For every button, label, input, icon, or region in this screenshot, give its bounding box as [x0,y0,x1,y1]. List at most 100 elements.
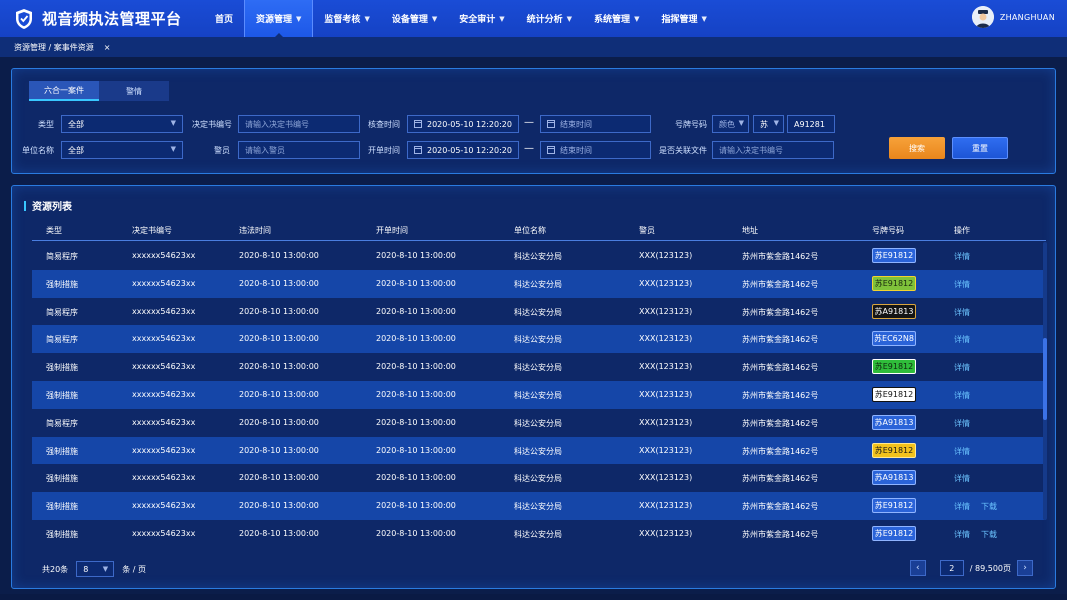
detail-link[interactable]: 详情 [954,251,970,262]
nav-item-0[interactable]: 首页 [204,0,244,37]
column-header-address[interactable]: 地址 [742,225,758,236]
page-number-input[interactable]: 2 [939,560,964,576]
bottom-edge [0,594,1067,600]
type-select[interactable]: 全部 ▼ [61,115,183,133]
check-time-end[interactable]: 结束时间 [540,115,651,133]
breadcrumb[interactable]: 资源管理 / 案事件资源 [14,42,94,53]
column-header-violation_time[interactable]: 违法时间 [239,225,271,236]
next-page-button[interactable]: › [1017,560,1033,576]
column-header-officer[interactable]: 警员 [639,225,655,236]
nav-item-2[interactable]: 监督考核 ▼ [313,0,380,37]
decision-input-box[interactable] [238,115,360,133]
cell-type: 强制措施 [46,363,78,373]
cell-decision: xxxxxx54623xx [132,278,196,288]
cell-violation_time: 2020-8-10 13:00:00 [239,251,319,260]
calendar-icon [547,120,555,128]
table-row[interactable]: 简易程序 xxxxxx54623xx 2020-8-10 13:00:00 2020-… [32,242,1046,270]
app-logo[interactable]: 视音频执法管理平台 [14,8,204,30]
officer-input[interactable] [245,145,359,155]
detail-link[interactable]: 详情 [954,418,970,429]
close-tab-icon[interactable]: × [104,43,111,52]
column-header-plate[interactable]: 号牌号码 [872,225,904,236]
avatar[interactable] [971,6,994,28]
column-header-type[interactable]: 类型 [46,225,62,236]
check-time-start[interactable]: 2020-05-10 12:20:20 [407,115,519,133]
detail-link[interactable]: 详情 [954,390,970,401]
column-header-action[interactable]: 操作 [954,225,970,236]
table-row[interactable]: 强制措施 xxxxxx54623xx 2020-8-10 13:00:00 2020-… [32,353,1046,381]
table-row[interactable]: 简易程序 xxxxxx54623xx 2020-8-10 13:00:00 2020-… [32,298,1046,326]
check-time-label: 核查时间 [368,120,400,129]
total-count: 共20条 [42,564,69,574]
detail-link[interactable]: 详情 [954,501,970,512]
cell-decision: xxxxxx54623xx [132,473,196,483]
cell-violation_time: 2020-8-10 13:00:00 [239,389,319,399]
table-row[interactable]: 强制措施 xxxxxx54623xx 2020-8-10 13:00:00 2020-… [32,269,1046,298]
prev-page-button[interactable]: ‹ [909,560,926,576]
linked-file-input-box[interactable] [712,141,834,159]
page-size-select[interactable]: 8 ▼ [76,561,115,577]
detail-link[interactable]: 详情 [954,279,970,290]
tab-police-alert[interactable]: 警情 [99,81,169,101]
check-time-end-placeholder: 结束时间 [560,119,592,129]
filter-panel: 六合一案件 警情 类型 全部 ▼ 决定书编号 核查时间 2020-05-10 1… [11,68,1056,174]
detail-link[interactable]: 详情 [954,307,970,318]
scrollbar-thumb[interactable] [1043,338,1047,420]
cell-unit: 科达公安分局 [514,279,562,289]
nav-item-3[interactable]: 设备管理 ▼ [381,0,448,37]
nav-item-label: 资源管理 [256,15,293,25]
table-row[interactable]: 强制措施 xxxxxx54623xx 2020-8-10 13:00:00 2020-… [32,380,1046,409]
cell-open_time: 2020-8-10 13:00:00 [376,417,456,427]
open-time-start[interactable]: 2020-05-10 12:20:20 [407,141,519,159]
plate-color-select[interactable]: 颜色 ▼ [712,115,749,133]
table-body: 简易程序 xxxxxx54623xx 2020-8-10 13:00:00 2020-… [32,242,1046,548]
plate-badge: 苏A91813 [872,470,916,486]
officer-input-box[interactable] [238,141,360,159]
detail-link[interactable]: 详情 [954,529,970,540]
detail-link[interactable]: 详情 [954,362,970,373]
plate-badge: 苏EC62N8 [872,331,916,347]
cell-officer: XXX(123123) [639,251,693,260]
detail-link[interactable]: 详情 [954,446,970,457]
search-button[interactable]: 搜索 [889,137,945,159]
nav-item-label: 统计分析 [526,15,563,25]
table-row[interactable]: 简易程序 xxxxxx54623xx 2020-8-10 13:00:00 2020-… [32,325,1046,354]
nav-item-5[interactable]: 统计分析 ▼ [516,0,583,37]
table-scrollbar[interactable] [1043,242,1047,520]
column-header-decision[interactable]: 决定书编号 [132,225,172,236]
linked-file-label: 是否关联文件 [659,146,707,155]
unit-select[interactable]: 全部 ▼ [61,141,183,159]
column-header-unit[interactable]: 单位名称 [514,225,546,236]
chevron-down-icon: ▼ [701,14,707,23]
nav-item-6[interactable]: 系统管理 ▼ [583,0,650,37]
detail-link[interactable]: 详情 [954,473,970,484]
linked-file-input[interactable] [719,145,833,155]
download-link[interactable]: 下载 [981,529,997,540]
table-row[interactable]: 强制措施 xxxxxx54623xx 2020-8-10 13:00:00 2020-… [32,464,1046,492]
detail-link[interactable]: 详情 [954,334,970,345]
table-row[interactable]: 简易程序 xxxxxx54623xx 2020-8-10 13:00:00 2020-… [32,409,1046,437]
tab-six-in-one-case[interactable]: 六合一案件 [29,81,99,101]
decision-input[interactable] [245,119,359,129]
plate-province-select[interactable]: 苏 ▼ [753,115,784,133]
nav-item-1[interactable]: 资源管理 ▼ [244,0,314,37]
chevron-down-icon: ▼ [566,14,573,23]
table-row[interactable]: 强制措施 xxxxxx54623xx 2020-8-10 13:00:00 2020-… [32,520,1046,548]
reset-button[interactable]: 重置 [952,137,1008,159]
nav-item-4[interactable]: 安全审计 ▼ [448,0,515,37]
cell-type: 简易程序 [46,335,78,345]
download-link[interactable]: 下载 [981,501,997,512]
open-time-end[interactable]: 结束时间 [540,141,651,159]
plate-number-input[interactable]: A91281 [787,115,835,133]
column-header-open_time[interactable]: 开单时间 [376,225,408,236]
cell-open_time: 2020-8-10 13:00:00 [376,334,456,344]
cell-address: 苏州市紫金路1462号 [742,252,819,261]
table-row[interactable]: 强制措施 xxxxxx54623xx 2020-8-10 13:00:00 2020-… [32,492,1046,520]
nav-item-label: 首页 [215,15,234,25]
nav-item-7[interactable]: 指挥管理 ▼ [650,0,717,37]
chevron-down-icon: ▼ [634,14,640,23]
plate-badge: 苏A91813 [872,414,916,430]
type-select-value: 全部 [68,119,84,129]
table-row[interactable]: 强制措施 xxxxxx54623xx 2020-8-10 13:00:00 2020-… [32,436,1046,465]
user-menu[interactable]: ZHANGHUAN [971,6,1055,28]
